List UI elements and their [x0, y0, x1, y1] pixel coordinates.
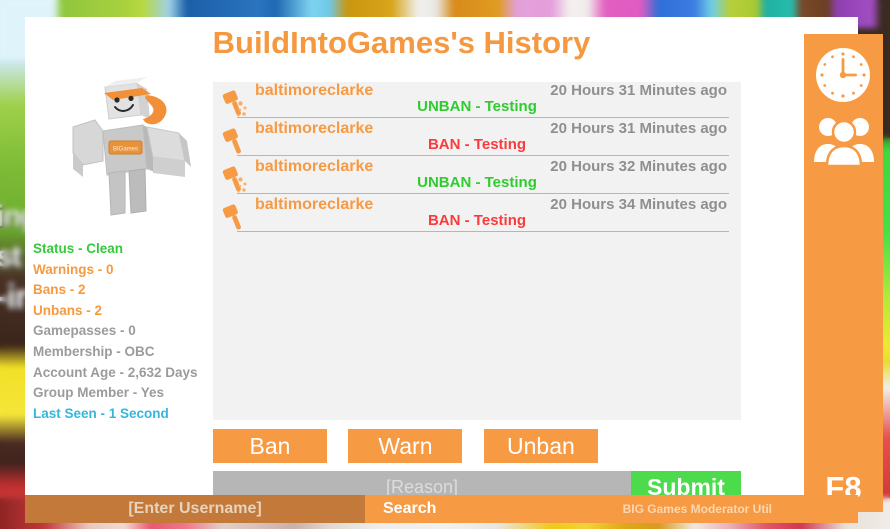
username-input[interactable]	[25, 495, 365, 523]
gavel-unban-icon	[221, 88, 251, 122]
stat-row: Status - Clean	[33, 241, 124, 256]
stat-row: Unbans - 2	[33, 302, 103, 318]
history-timestamp: 20 Hours 34 Minutes ago	[550, 196, 727, 213]
avatar-image: BIGames	[72, 77, 191, 216]
stat-row: Membership - OBC	[33, 343, 155, 359]
stat-row: Gamepasses - 0	[33, 323, 136, 339]
stat-row: Bans - 2	[33, 282, 86, 298]
player-stats-list: Status - Clean Warnings - 0 Bans - 2 Unbans…	[33, 239, 233, 424]
history-entry[interactable]: baltimoreclarke 20 Hours 31 Minutes ago …	[213, 120, 741, 154]
history-action-text: UNBAN - Testing	[417, 174, 537, 191]
stat-row: Account Age - 2,632 Days	[33, 364, 198, 380]
history-separator	[237, 231, 729, 232]
history-entry[interactable]: baltimoreclarke 20 Hours 34 Minutes ago …	[213, 196, 741, 230]
search-button[interactable]: Search	[365, 495, 525, 523]
stat-row: Group Member - Yes	[33, 385, 165, 401]
ban-button[interactable]: Ban	[213, 429, 327, 463]
history-list[interactable]: baltimoreclarke 20 Hours 31 Minutes ago …	[213, 82, 741, 420]
gavel-unban-icon	[222, 166, 247, 193]
gavel-unban-icon	[222, 90, 247, 117]
history-timestamp: 20 Hours 31 Minutes ago	[550, 120, 727, 137]
history-separator	[237, 117, 729, 118]
history-entry[interactable]: baltimoreclarke 20 Hours 32 Minutes ago …	[213, 158, 741, 193]
warn-button[interactable]: Warn	[348, 429, 463, 463]
history-entry[interactable]: baltimoreclarke 20 Hours 31 Minutes ago …	[213, 82, 741, 117]
history-username[interactable]: baltimoreclarke	[255, 196, 373, 214]
history-separator	[237, 193, 729, 194]
moderator-util-window: BuildIntoGames's History BIGames Status …	[25, 17, 883, 512]
gavel-ban-icon	[221, 126, 251, 160]
clock-icon[interactable]	[812, 44, 874, 106]
gavel-ban-icon	[222, 128, 241, 154]
history-separator	[237, 155, 729, 156]
avatar: BIGames	[47, 65, 207, 230]
history-action-text: BAN - Testing	[427, 212, 527, 229]
brand-label: BIG Games Moderator Util	[525, 495, 858, 523]
avatar-name-tag-text: BIGames	[113, 147, 138, 153]
history-action-text: BAN - Testing	[427, 136, 527, 153]
action-button-group: Ban Warn Unban	[213, 429, 615, 463]
history-username[interactable]: baltimoreclarke	[255, 120, 373, 138]
history-timestamp: 20 Hours 31 Minutes ago	[550, 82, 727, 99]
history-username[interactable]: baltimoreclarke	[255, 158, 373, 176]
gavel-unban-icon	[221, 164, 251, 198]
page-title: BuildIntoGames's History	[212, 25, 591, 60]
history-username[interactable]: baltimoreclarke	[255, 82, 373, 100]
gavel-ban-icon	[221, 202, 251, 236]
right-sidebar: F8	[804, 34, 883, 512]
history-timestamp: 20 Hours 32 Minutes ago	[550, 158, 727, 175]
gavel-ban-icon	[222, 204, 241, 230]
stat-row: Warnings - 0	[33, 261, 114, 277]
history-action-text: UNBAN - Testing	[417, 98, 537, 115]
bottom-bar: Search BIG Games Moderator Util	[25, 495, 858, 523]
stat-row: Last Seen - 1 Second	[33, 405, 169, 421]
group-icon[interactable]	[813, 114, 875, 166]
unban-button[interactable]: Unban	[483, 429, 598, 463]
